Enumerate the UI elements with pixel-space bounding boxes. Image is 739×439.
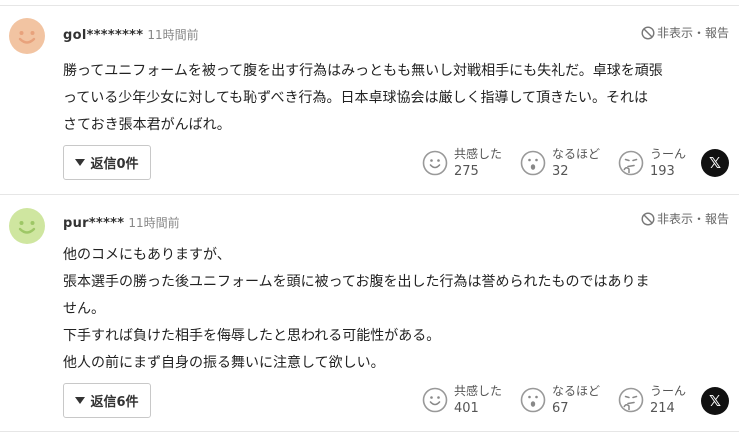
triangle-down-icon [75,159,86,166]
comment-line: っている少年少女に対しても恥ずべき行為。日本卓球協会は厳しく指導して頂きたい。そ… [63,90,649,106]
username[interactable]: gol******** [63,28,143,43]
x-logo-icon: 𝕏 [708,392,722,410]
reaction-count: 214 [650,401,675,416]
reaction-count: 32 [552,164,569,179]
comment-time: 11時間前 [128,216,180,230]
reaction-label: なるほど [552,147,601,161]
prohibit-icon [641,25,655,40]
reaction-count: 67 [552,401,569,416]
smile-icon [422,387,448,413]
comment-card: gol******** 11時間前 非表示・報告 勝ってユニフォームを被って腹を出… [0,6,739,195]
reaction-count: 193 [650,164,675,179]
comment-body: 他のコメにもありますが、 張本選手の勝った後ユニフォームを頭に被ってお腹を出した… [63,242,731,377]
thinking-icon [618,387,644,413]
reaction-insight-button[interactable]: なるほど 67 [520,383,600,417]
comment-line: 下手すれば負けた相手を侮辱したと思われる可能性がある。 [63,328,441,344]
comment-line: 勝ってユニフォームを被って腹を出す行為はみっともも無いし対戦相手にも失礼だ。卓球… [63,63,663,79]
x-share-button[interactable]: 𝕏 [701,387,729,415]
hide-report-button[interactable]: 非表示・報告 [641,24,729,41]
avatar-face-icon [9,208,45,244]
smile-icon [422,150,448,176]
reaction-hmm-button[interactable]: うーん 214 [618,383,686,417]
comment-card: pur***** 11時間前 非表示・報告 他のコメにもありますが、 張本選手の勝… [0,196,739,432]
reaction-label: 共感した [454,384,503,398]
hide-report-label: 非表示・報告 [656,212,729,226]
comment-line: 張本選手の勝った後ユニフォームを頭に被ってお腹を出した行為は誉められたものではあ… [63,274,650,290]
comment-line: 他のコメにもありますが、 [63,247,231,263]
reply-toggle-button[interactable]: 返信6件 [63,383,151,418]
comment-author[interactable]: gol******** 11時間前 [63,26,199,43]
surprise-icon [520,387,546,413]
reaction-label: 共感した [454,147,503,161]
comment-body: 勝ってユニフォームを被って腹を出す行為はみっともも無いし対戦相手にも失礼だ。卓球… [63,58,731,139]
reaction-label: うーん [650,147,687,161]
reaction-insight-button[interactable]: なるほど 32 [520,146,600,180]
comment-time: 11時間前 [147,28,199,42]
comment-line: さておき張本君がんばれ。 [63,117,231,133]
comment-line: せん。 [63,301,105,317]
reaction-empathy-button[interactable]: 共感した 401 [422,383,502,417]
hide-report-label: 非表示・報告 [656,26,729,40]
reply-count-label: 返信6件 [90,395,139,410]
avatar[interactable] [9,18,45,54]
hide-report-button[interactable]: 非表示・報告 [641,210,729,227]
reply-count-label: 返信0件 [90,157,139,172]
thinking-icon [618,150,644,176]
reply-toggle-button[interactable]: 返信0件 [63,145,151,180]
avatar[interactable] [9,208,45,244]
comment-line: 他人の前にまず自身の振る舞いに注意して欲しい。 [63,355,385,371]
reaction-count: 275 [454,164,479,179]
comment-author[interactable]: pur***** 11時間前 [63,214,180,231]
x-logo-icon: 𝕏 [708,154,722,172]
reaction-label: なるほど [552,384,601,398]
reaction-label: うーん [650,384,687,398]
avatar-face-icon [9,18,45,54]
prohibit-icon [641,211,655,226]
surprise-icon [520,150,546,176]
reaction-count: 401 [454,401,479,416]
reaction-empathy-button[interactable]: 共感した 275 [422,146,502,180]
reaction-hmm-button[interactable]: うーん 193 [618,146,686,180]
triangle-down-icon [75,397,86,404]
x-share-button[interactable]: 𝕏 [701,149,729,177]
username[interactable]: pur***** [63,216,124,231]
